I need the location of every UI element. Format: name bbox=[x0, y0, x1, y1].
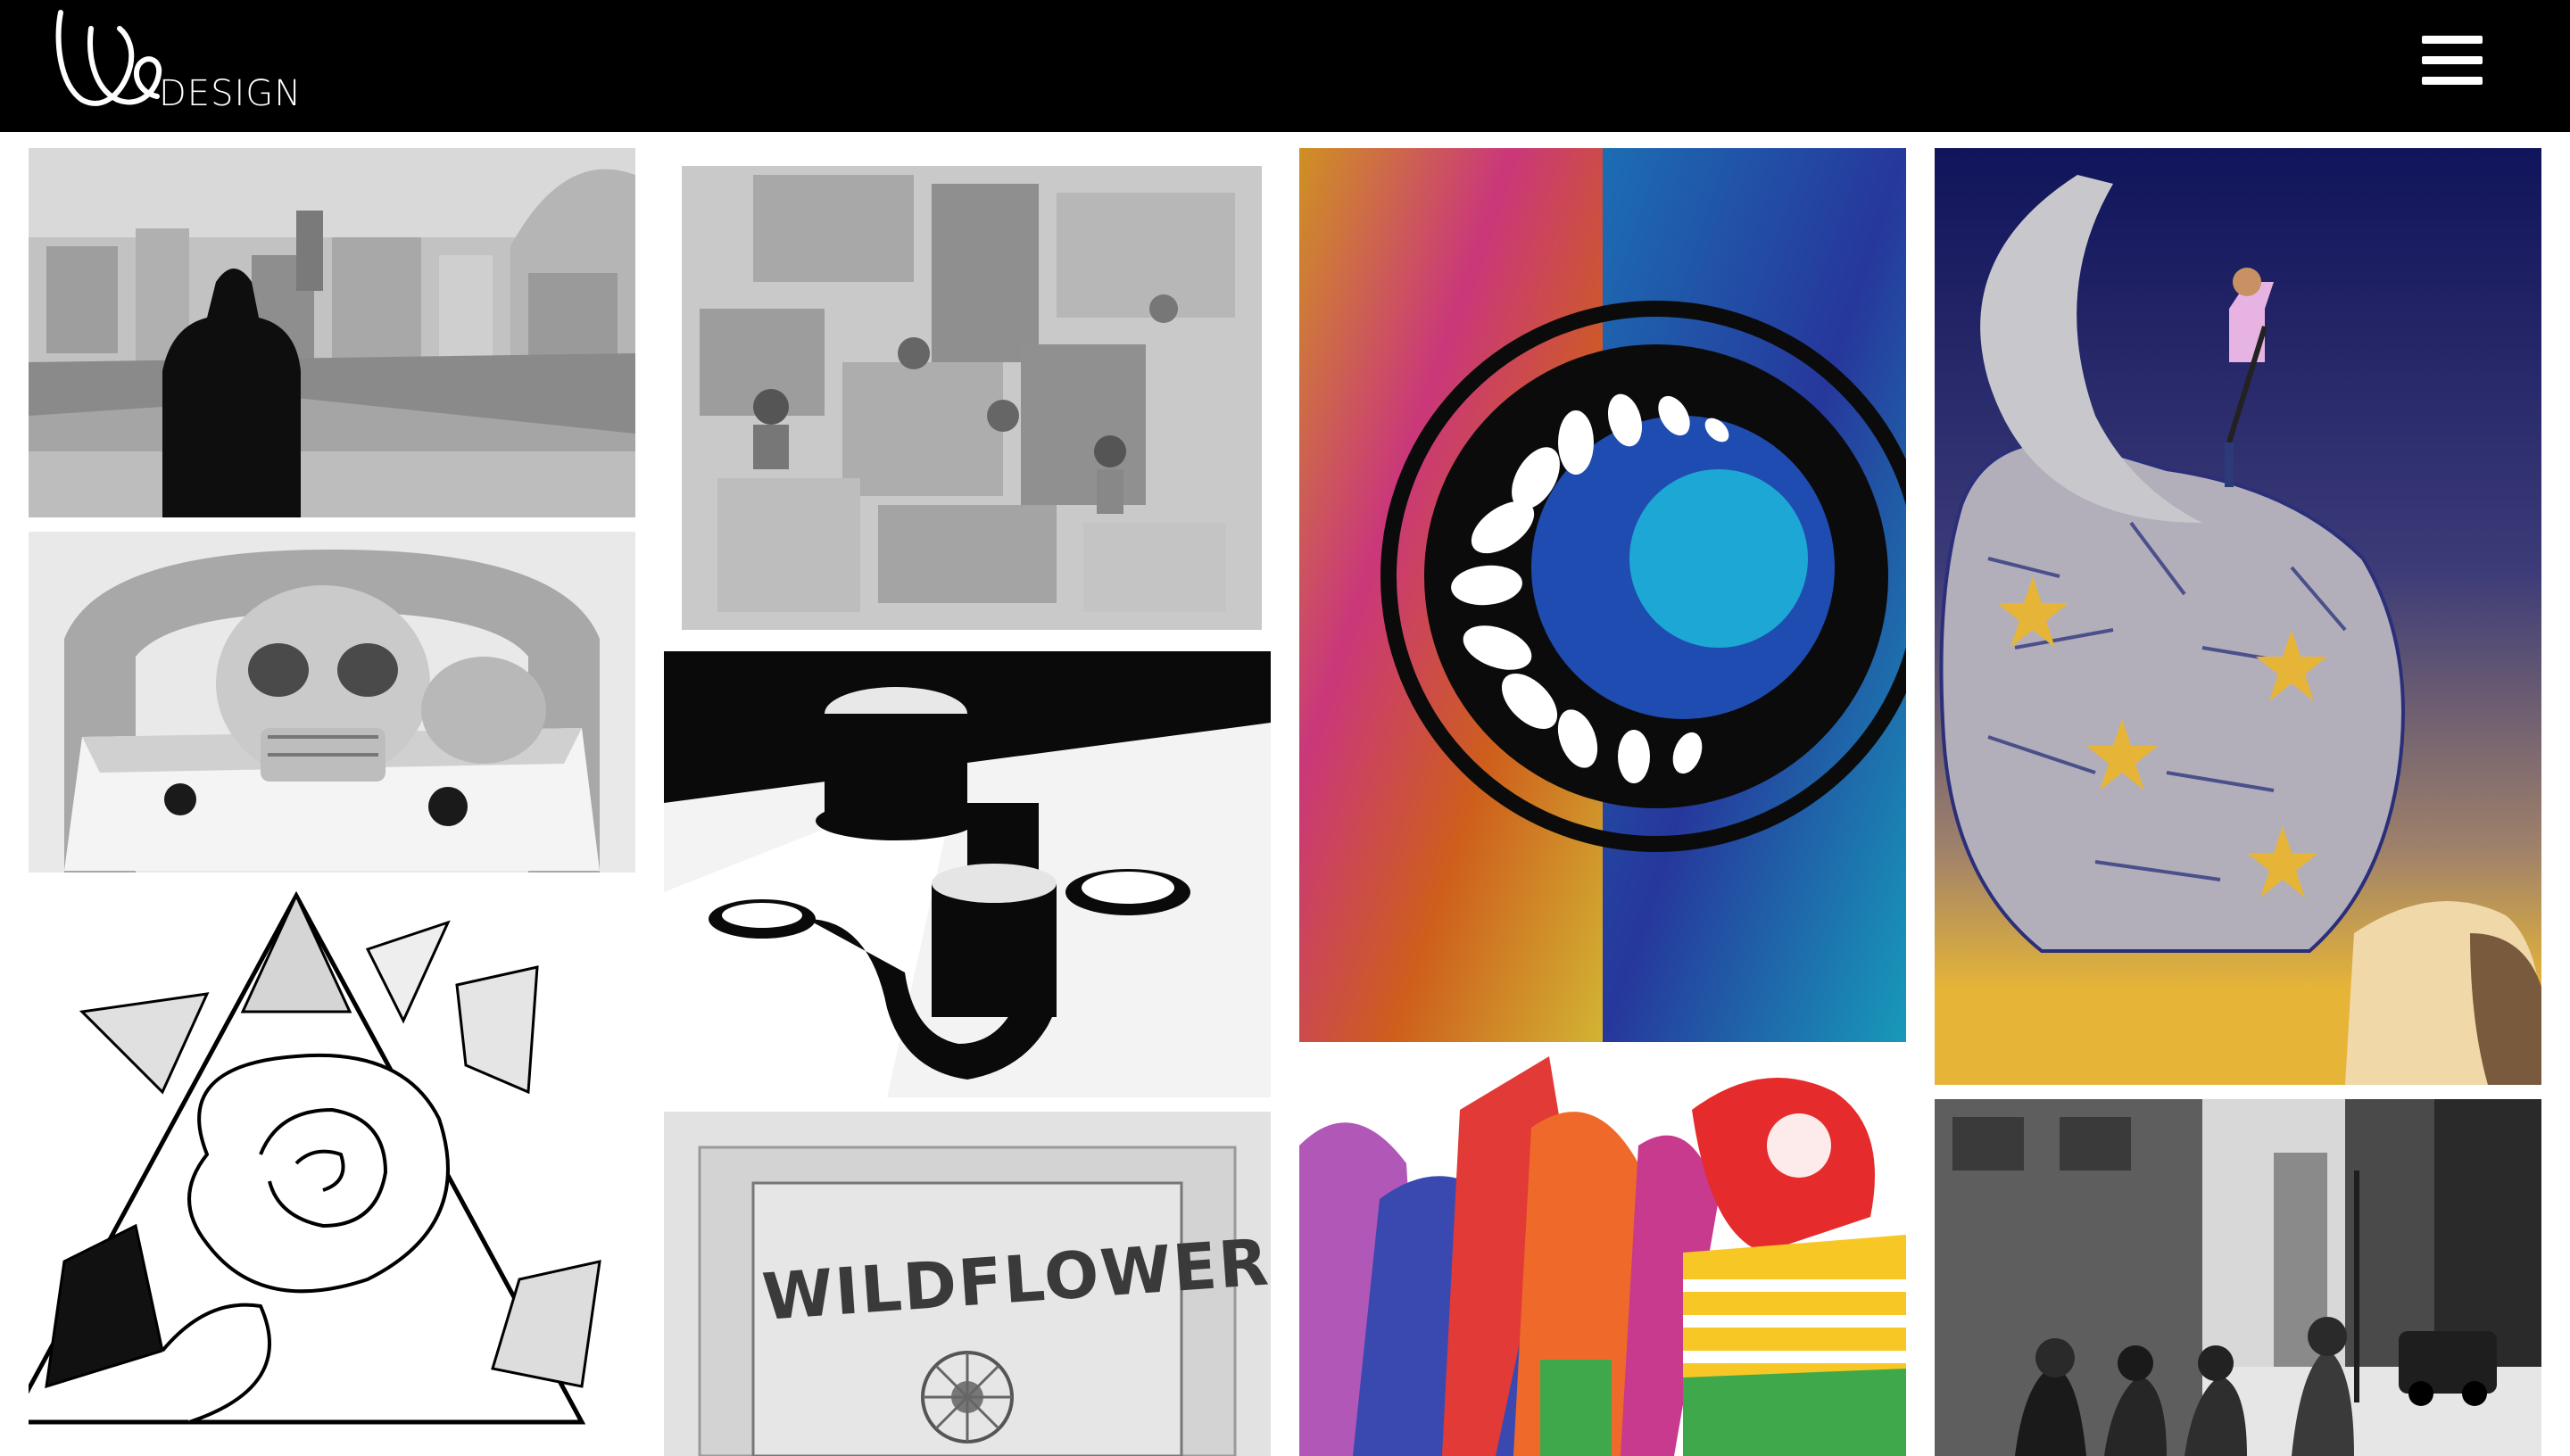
site-header: DESIGN bbox=[0, 0, 2570, 132]
city-street-image bbox=[1935, 1099, 2541, 1456]
gallery-item-cake-ink[interactable] bbox=[664, 651, 1271, 1097]
gallery-item-wildflower[interactable]: WILDFLOWER bbox=[664, 1112, 1271, 1456]
rose-ink-image bbox=[29, 887, 635, 1456]
city-rooftop-image bbox=[29, 148, 635, 517]
moon-fishing-image bbox=[1935, 148, 2541, 1085]
rainbow-crowd-image bbox=[1299, 1056, 1906, 1456]
gallery-item-glass-skull[interactable] bbox=[29, 532, 635, 873]
logo-text: DESIGN bbox=[159, 73, 303, 114]
hamburger-menu-icon[interactable] bbox=[2418, 32, 2486, 89]
mandala-image bbox=[1299, 148, 1906, 1042]
gallery-item-mandala[interactable] bbox=[1299, 148, 1906, 1042]
gallery-item-city-street[interactable] bbox=[1935, 1099, 2541, 1456]
children-blocks-image bbox=[664, 148, 1271, 641]
site-logo[interactable]: DESIGN bbox=[52, 4, 311, 118]
glass-skull-image bbox=[29, 532, 635, 873]
gallery-item-city-rooftop[interactable] bbox=[29, 148, 635, 517]
gallery-item-children-blocks[interactable] bbox=[664, 148, 1271, 641]
gallery-item-rainbow-crowd[interactable] bbox=[1299, 1056, 1906, 1456]
gallery-item-moon-fishing[interactable] bbox=[1935, 148, 2541, 1085]
cake-ink-image bbox=[664, 651, 1271, 1097]
gallery-item-rose-ink[interactable] bbox=[29, 887, 635, 1456]
